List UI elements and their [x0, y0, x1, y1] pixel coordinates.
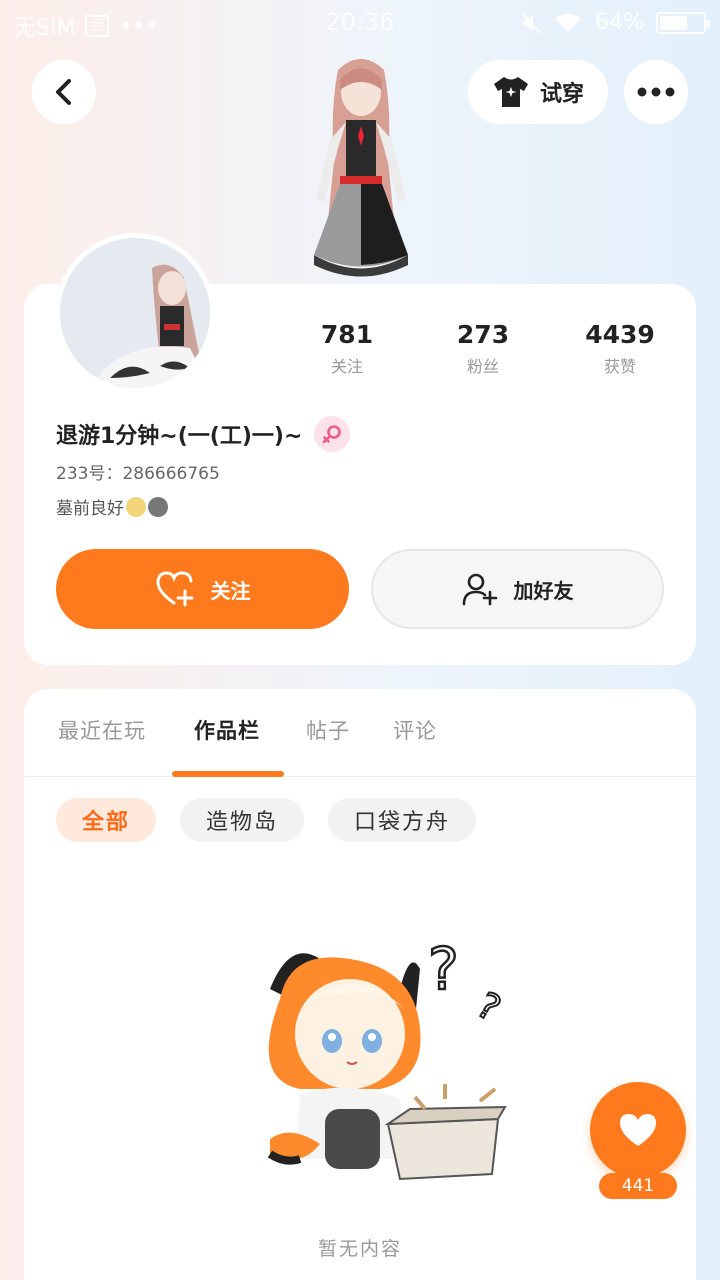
new-moon-face-icon: [148, 496, 168, 517]
tshirt-icon: [493, 77, 528, 107]
tab-bar: 最近在玩 作品栏 帖子 评论: [24, 689, 696, 777]
try-on-button[interactable]: 试穿: [468, 60, 608, 124]
stat-likes[interactable]: 4439 获赞: [560, 320, 680, 377]
chip-all[interactable]: 全部: [56, 798, 157, 842]
following-label: 关注: [330, 357, 363, 376]
chip-creation-island[interactable]: 造物岛: [180, 798, 305, 842]
like-button[interactable]: [590, 1082, 686, 1178]
status-right: 64%: [521, 10, 710, 35]
status-bar: 无SIM 亖 ••• 20:36 64%: [0, 0, 720, 46]
try-on-label: 试穿: [539, 82, 584, 107]
back-button[interactable]: [32, 60, 96, 124]
tab-works[interactable]: 作品栏: [194, 715, 260, 745]
heart-icon: [620, 1114, 656, 1146]
likes-count: 4439: [585, 320, 655, 349]
battery-fill: [660, 15, 687, 30]
followers-label: 粉丝: [466, 357, 499, 376]
likes-label: 获赞: [603, 357, 636, 376]
gender-badge: [314, 416, 351, 452]
chevron-left-icon: [56, 79, 71, 105]
svg-text:?: ?: [428, 935, 459, 1003]
more-button[interactable]: [624, 60, 688, 124]
following-count: 781: [320, 320, 374, 349]
female-icon: [323, 425, 342, 444]
empty-state-text: 暂无内容: [317, 1238, 402, 1260]
mute-icon: [521, 11, 541, 34]
empty-state-illustration: ? ?: [267, 934, 508, 1181]
avatar-image: [60, 238, 210, 388]
content-card: 最近在玩 作品栏 帖子 评论 全部 造物岛 口袋方舟 ? ? 暂无内容: [24, 689, 696, 1280]
more-dots-icon: [637, 87, 675, 97]
bio-text: 墓前良好: [56, 499, 124, 519]
moon-face-icon: [126, 496, 146, 517]
filter-chips: 全部 造物岛 口袋方舟: [56, 798, 477, 842]
chip-pocket-ark[interactable]: 口袋方舟: [328, 798, 477, 842]
tab-comments[interactable]: 评论: [393, 715, 437, 745]
user-bio: 墓前良好: [56, 494, 168, 519]
user-id: 233号：286666765: [56, 464, 220, 484]
follow-button[interactable]: 关注: [56, 549, 349, 629]
follow-label: 关注: [210, 578, 251, 603]
add-user-icon: [462, 573, 497, 606]
avatar[interactable]: [55, 233, 215, 393]
stat-followers[interactable]: 273 粉丝: [423, 320, 543, 377]
add-friend-button[interactable]: 加好友: [371, 549, 664, 629]
wifi-icon: [555, 12, 582, 32]
username-row: 退游1分钟~(一(工)一)~: [56, 416, 351, 452]
tab-posts[interactable]: 帖子: [306, 715, 350, 745]
tab-recently-played[interactable]: 最近在玩: [58, 715, 146, 745]
add-friend-label: 加好友: [513, 578, 574, 603]
svg-text:?: ?: [470, 985, 507, 1030]
battery-icon: [656, 11, 710, 34]
battery-percent: 64%: [595, 10, 644, 35]
stat-following[interactable]: 781 关注: [287, 320, 407, 377]
heart-plus-icon: [155, 571, 193, 607]
username: 退游1分钟~(一(工)一)~: [56, 424, 303, 449]
followers-count: 273: [456, 320, 510, 349]
like-count: 441: [599, 1173, 677, 1199]
active-tab-indicator: [172, 771, 284, 777]
avatar-3d-figure: [314, 59, 408, 277]
